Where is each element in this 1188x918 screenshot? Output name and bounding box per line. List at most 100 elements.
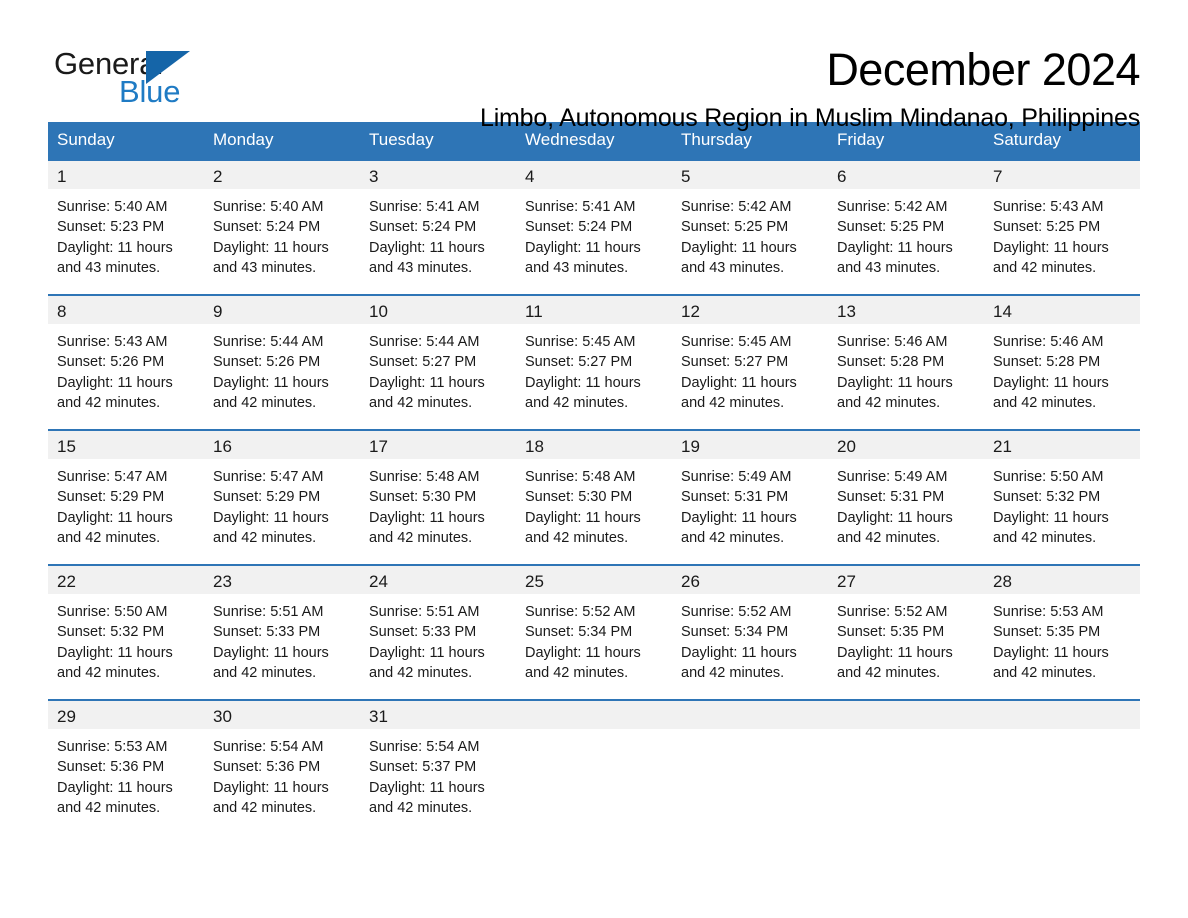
calendar-day-cell[interactable]: 3 Sunrise: 5:41 AM Sunset: 5:24 PM Daylig…	[360, 159, 516, 295]
calendar-day-cell[interactable]: 26 Sunrise: 5:52 AM Sunset: 5:34 PM Dayli…	[672, 564, 828, 700]
day-sun-info: Sunrise: 5:48 AM Sunset: 5:30 PM Dayligh…	[525, 469, 641, 546]
day-number: 27	[828, 566, 984, 594]
day-sun-info: Sunrise: 5:42 AM Sunset: 5:25 PM Dayligh…	[837, 199, 953, 276]
day-sun-info: Sunrise: 5:52 AM Sunset: 5:34 PM Dayligh…	[681, 604, 797, 681]
calendar-day-cell[interactable]: 23 Sunrise: 5:51 AM Sunset: 5:33 PM Dayli…	[204, 564, 360, 700]
generalblue-logo: General Blue	[48, 46, 228, 116]
calendar-day-cell[interactable]: 19 Sunrise: 5:49 AM Sunset: 5:31 PM Dayli…	[672, 429, 828, 565]
calendar-day-cell[interactable]: 6 Sunrise: 5:42 AM Sunset: 5:25 PM Daylig…	[828, 159, 984, 295]
calendar-day-cell[interactable]: 25 Sunrise: 5:52 AM Sunset: 5:34 PM Dayli…	[516, 564, 672, 700]
day-sun-info: Sunrise: 5:45 AM Sunset: 5:27 PM Dayligh…	[525, 334, 641, 411]
day-sun-info: Sunrise: 5:50 AM Sunset: 5:32 PM Dayligh…	[57, 604, 173, 681]
calendar-day-cell[interactable]: 11 Sunrise: 5:45 AM Sunset: 5:27 PM Dayli…	[516, 294, 672, 430]
day-cell-inner: 14 Sunrise: 5:46 AM Sunset: 5:28 PM Dayli…	[984, 296, 1140, 429]
day-number: 28	[984, 566, 1140, 594]
day-cell-inner: 28 Sunrise: 5:53 AM Sunset: 5:35 PM Dayli…	[984, 566, 1140, 699]
day-sun-info	[516, 729, 672, 737]
calendar-day-cell[interactable]: 5 Sunrise: 5:42 AM Sunset: 5:25 PM Daylig…	[672, 159, 828, 295]
day-number: 22	[48, 566, 204, 594]
calendar-day-cell[interactable]: 8 Sunrise: 5:43 AM Sunset: 5:26 PM Daylig…	[48, 294, 204, 430]
day-cell-inner: 18 Sunrise: 5:48 AM Sunset: 5:30 PM Dayli…	[516, 431, 672, 564]
day-sun-info	[672, 729, 828, 737]
day-number: 13	[828, 296, 984, 324]
day-cell-inner: 10 Sunrise: 5:44 AM Sunset: 5:27 PM Dayli…	[360, 296, 516, 429]
day-number: 7	[984, 161, 1140, 189]
calendar-day-cell[interactable]: 29 Sunrise: 5:53 AM Sunset: 5:36 PM Dayli…	[48, 699, 204, 819]
day-number: 20	[828, 431, 984, 459]
day-sun-info: Sunrise: 5:45 AM Sunset: 5:27 PM Dayligh…	[681, 334, 797, 411]
calendar-day-cell[interactable]: 24 Sunrise: 5:51 AM Sunset: 5:33 PM Dayli…	[360, 564, 516, 700]
logo-text-blue: Blue	[119, 74, 181, 109]
day-sun-info: Sunrise: 5:49 AM Sunset: 5:31 PM Dayligh…	[681, 469, 797, 546]
calendar-day-cell[interactable]: 30 Sunrise: 5:54 AM Sunset: 5:36 PM Dayli…	[204, 699, 360, 819]
calendar-day-cell[interactable]: 20 Sunrise: 5:49 AM Sunset: 5:31 PM Dayli…	[828, 429, 984, 565]
day-number: 19	[672, 431, 828, 459]
day-cell-inner: 6 Sunrise: 5:42 AM Sunset: 5:25 PM Daylig…	[828, 161, 984, 294]
day-sun-info: Sunrise: 5:51 AM Sunset: 5:33 PM Dayligh…	[213, 604, 329, 681]
day-number: 17	[360, 431, 516, 459]
day-sun-info: Sunrise: 5:53 AM Sunset: 5:35 PM Dayligh…	[993, 604, 1109, 681]
day-cell-inner: 4 Sunrise: 5:41 AM Sunset: 5:24 PM Daylig…	[516, 161, 672, 294]
day-cell-inner: 12 Sunrise: 5:45 AM Sunset: 5:27 PM Dayli…	[672, 296, 828, 429]
day-cell-inner: 1 Sunrise: 5:40 AM Sunset: 5:23 PM Daylig…	[48, 161, 204, 294]
calendar-day-cell[interactable]: 17 Sunrise: 5:48 AM Sunset: 5:30 PM Dayli…	[360, 429, 516, 565]
calendar-day-cell[interactable]: 12 Sunrise: 5:45 AM Sunset: 5:27 PM Dayli…	[672, 294, 828, 430]
calendar-day-cell[interactable]: 18 Sunrise: 5:48 AM Sunset: 5:30 PM Dayli…	[516, 429, 672, 565]
calendar-day-cell[interactable]: 14 Sunrise: 5:46 AM Sunset: 5:28 PM Dayli…	[984, 294, 1140, 430]
day-cell-inner: 15 Sunrise: 5:47 AM Sunset: 5:29 PM Dayli…	[48, 431, 204, 564]
calendar-day-cell[interactable]: 1 Sunrise: 5:40 AM Sunset: 5:23 PM Daylig…	[48, 159, 204, 295]
calendar-day-cell[interactable]: 31 Sunrise: 5:54 AM Sunset: 5:37 PM Dayli…	[360, 699, 516, 819]
calendar-week-row: 15 Sunrise: 5:47 AM Sunset: 5:29 PM Dayli…	[48, 429, 1140, 565]
day-number: 25	[516, 566, 672, 594]
day-sun-info: Sunrise: 5:42 AM Sunset: 5:25 PM Dayligh…	[681, 199, 797, 276]
calendar-week-row: 1 Sunrise: 5:40 AM Sunset: 5:23 PM Daylig…	[48, 159, 1140, 295]
day-cell-inner	[672, 701, 828, 819]
day-number: 31	[360, 701, 516, 729]
day-cell-inner: 19 Sunrise: 5:49 AM Sunset: 5:31 PM Dayli…	[672, 431, 828, 564]
day-cell-inner: 29 Sunrise: 5:53 AM Sunset: 5:36 PM Dayli…	[48, 701, 204, 819]
day-number: 5	[672, 161, 828, 189]
calendar-day-cell[interactable]: 15 Sunrise: 5:47 AM Sunset: 5:29 PM Dayli…	[48, 429, 204, 565]
day-sun-info: Sunrise: 5:44 AM Sunset: 5:26 PM Dayligh…	[213, 334, 329, 411]
calendar-day-cell[interactable]: 22 Sunrise: 5:50 AM Sunset: 5:32 PM Dayli…	[48, 564, 204, 700]
calendar-day-cell[interactable]: 2 Sunrise: 5:40 AM Sunset: 5:24 PM Daylig…	[204, 159, 360, 295]
day-cell-inner: 3 Sunrise: 5:41 AM Sunset: 5:24 PM Daylig…	[360, 161, 516, 294]
day-sun-info: Sunrise: 5:43 AM Sunset: 5:26 PM Dayligh…	[57, 334, 173, 411]
calendar-empty-cell	[516, 699, 672, 819]
day-number: 16	[204, 431, 360, 459]
day-cell-inner: 17 Sunrise: 5:48 AM Sunset: 5:30 PM Dayli…	[360, 431, 516, 564]
day-cell-inner: 26 Sunrise: 5:52 AM Sunset: 5:34 PM Dayli…	[672, 566, 828, 699]
day-cell-inner: 20 Sunrise: 5:49 AM Sunset: 5:31 PM Dayli…	[828, 431, 984, 564]
calendar-day-cell[interactable]: 13 Sunrise: 5:46 AM Sunset: 5:28 PM Dayli…	[828, 294, 984, 430]
day-number: 18	[516, 431, 672, 459]
day-sun-info: Sunrise: 5:43 AM Sunset: 5:25 PM Dayligh…	[993, 199, 1109, 276]
day-cell-inner: 7 Sunrise: 5:43 AM Sunset: 5:25 PM Daylig…	[984, 161, 1140, 294]
calendar-empty-cell	[672, 699, 828, 819]
day-number: 30	[204, 701, 360, 729]
day-sun-info: Sunrise: 5:52 AM Sunset: 5:35 PM Dayligh…	[837, 604, 953, 681]
calendar-day-cell[interactable]: 9 Sunrise: 5:44 AM Sunset: 5:26 PM Daylig…	[204, 294, 360, 430]
calendar-day-cell[interactable]: 27 Sunrise: 5:52 AM Sunset: 5:35 PM Dayli…	[828, 564, 984, 700]
day-cell-inner: 11 Sunrise: 5:45 AM Sunset: 5:27 PM Dayli…	[516, 296, 672, 429]
calendar-day-cell[interactable]: 7 Sunrise: 5:43 AM Sunset: 5:25 PM Daylig…	[984, 159, 1140, 295]
day-cell-inner	[516, 701, 672, 819]
day-number: 9	[204, 296, 360, 324]
day-sun-info	[828, 729, 984, 737]
day-number	[516, 701, 672, 729]
day-sun-info: Sunrise: 5:41 AM Sunset: 5:24 PM Dayligh…	[369, 199, 485, 276]
day-cell-inner	[984, 701, 1140, 819]
day-cell-inner: 22 Sunrise: 5:50 AM Sunset: 5:32 PM Dayli…	[48, 566, 204, 699]
calendar-day-cell[interactable]: 28 Sunrise: 5:53 AM Sunset: 5:35 PM Dayli…	[984, 564, 1140, 700]
day-sun-info: Sunrise: 5:52 AM Sunset: 5:34 PM Dayligh…	[525, 604, 641, 681]
day-sun-info: Sunrise: 5:40 AM Sunset: 5:24 PM Dayligh…	[213, 199, 329, 276]
day-sun-info: Sunrise: 5:40 AM Sunset: 5:23 PM Dayligh…	[57, 199, 173, 276]
day-number: 6	[828, 161, 984, 189]
calendar-empty-cell	[984, 699, 1140, 819]
calendar-day-cell[interactable]: 10 Sunrise: 5:44 AM Sunset: 5:27 PM Dayli…	[360, 294, 516, 430]
day-sun-info: Sunrise: 5:50 AM Sunset: 5:32 PM Dayligh…	[993, 469, 1109, 546]
day-sun-info: Sunrise: 5:54 AM Sunset: 5:36 PM Dayligh…	[213, 739, 329, 816]
day-number: 21	[984, 431, 1140, 459]
calendar-day-cell[interactable]: 21 Sunrise: 5:50 AM Sunset: 5:32 PM Dayli…	[984, 429, 1140, 565]
calendar-day-cell[interactable]: 16 Sunrise: 5:47 AM Sunset: 5:29 PM Dayli…	[204, 429, 360, 565]
calendar-day-cell[interactable]: 4 Sunrise: 5:41 AM Sunset: 5:24 PM Daylig…	[516, 159, 672, 295]
